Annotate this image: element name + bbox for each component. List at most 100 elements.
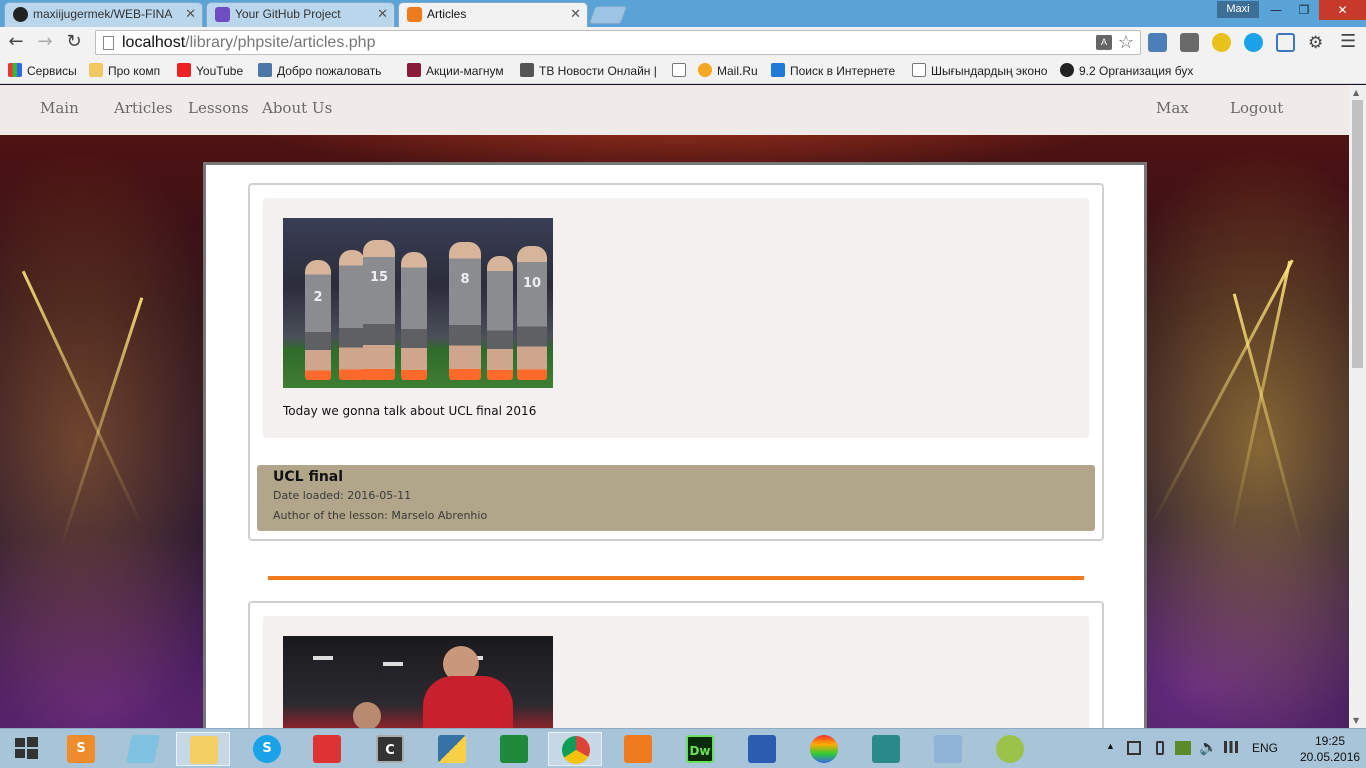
bookmark-item[interactable]: Про комп: [89, 63, 160, 78]
skype-extension-icon[interactable]: [1244, 33, 1263, 52]
volume-icon[interactable]: 🔈: [1199, 738, 1218, 756]
taskbar-sublime[interactable]: S: [54, 732, 108, 766]
nvidia-icon[interactable]: [1175, 741, 1191, 755]
bookmark-item[interactable]: Сервисы: [8, 63, 77, 78]
bookmark-label: Акции-магнум: [426, 64, 504, 78]
menu-icon[interactable]: ☰: [1340, 31, 1356, 52]
nav-about-link[interactable]: About Us: [262, 99, 332, 117]
tab-github[interactable]: maxiijugermek/WEB-FINA ✕: [4, 2, 203, 27]
article-summary: Today we gonna talk about UCL final 2016: [283, 404, 537, 418]
bookmark-item[interactable]: Поиск в Интернете: [771, 63, 895, 78]
article-card: [248, 601, 1104, 728]
bookmark-item[interactable]: [672, 63, 691, 78]
close-icon[interactable]: ✕: [377, 3, 388, 25]
tab-project[interactable]: Your GitHub Project ✕: [206, 2, 395, 27]
player-figure: 2: [305, 260, 331, 380]
back-icon[interactable]: ←: [5, 31, 27, 53]
bookmark-item[interactable]: YouTube: [177, 63, 243, 78]
extension-icon[interactable]: [1180, 33, 1199, 52]
download-extension-icon[interactable]: [1148, 33, 1167, 52]
ball-icon: [1060, 63, 1074, 77]
profile-badge[interactable]: Maxi: [1217, 1, 1259, 18]
taskbar-network[interactable]: [859, 732, 913, 766]
close-icon[interactable]: ✕: [185, 3, 196, 25]
site-navbar: Main Articles Lessons About Us Max Logou…: [0, 85, 1349, 135]
bookmark-label: Mail.Ru: [717, 64, 758, 78]
player-figure: 15: [363, 240, 395, 380]
taskbar-python[interactable]: [425, 732, 479, 766]
article-image[interactable]: [283, 636, 553, 728]
signal-icon[interactable]: [1224, 741, 1238, 753]
battery-icon[interactable]: [1156, 741, 1164, 755]
section-divider: [268, 576, 1084, 580]
window-close-button[interactable]: ✕: [1319, 0, 1366, 20]
bookmark-label: 9.2 Организация бух: [1079, 64, 1194, 78]
language-indicator[interactable]: ENG: [1252, 741, 1278, 755]
python-icon: [438, 735, 466, 763]
bookmark-item[interactable]: 9.2 Организация бух: [1060, 63, 1193, 78]
taskbar-explorer[interactable]: [176, 732, 230, 766]
article-body: [263, 616, 1089, 728]
taskbar-lingvo[interactable]: [921, 732, 975, 766]
bookmark-item[interactable]: Шығындардың эконо: [912, 63, 1047, 78]
bookmark-item[interactable]: Акции-магнум: [407, 63, 504, 78]
settings-gear-icon[interactable]: ⚙: [1308, 33, 1327, 53]
scrollbar-thumb[interactable]: [1352, 100, 1363, 368]
taskbar-xampp[interactable]: [611, 732, 665, 766]
system-clock[interactable]: 19:25 20.05.2016: [1300, 733, 1360, 765]
taskbar-skype[interactable]: S: [240, 732, 294, 766]
taskbar-save[interactable]: [735, 732, 789, 766]
player-figure: 8: [449, 242, 481, 380]
nav-articles-link[interactable]: Articles: [114, 99, 173, 117]
page-scrollbar[interactable]: ▲ ▼: [1349, 85, 1366, 728]
taskbar-chrome[interactable]: [548, 732, 602, 766]
reload-icon[interactable]: ↻: [63, 31, 85, 53]
background-light-beam: [1232, 293, 1303, 546]
scroll-down-icon[interactable]: ▼: [1353, 716, 1359, 725]
bookmark-item[interactable]: Добро пожаловать: [258, 63, 381, 78]
bookmark-item[interactable]: Mail.Ru: [698, 63, 758, 78]
tray-flag-icon[interactable]: [1127, 741, 1141, 755]
background-light-beam: [1150, 259, 1294, 526]
taskbar-android[interactable]: [983, 732, 1037, 766]
taskbar-app[interactable]: [116, 732, 170, 766]
taskbar-dreamweaver[interactable]: Dw: [673, 732, 727, 766]
minimize-button[interactable]: —: [1262, 0, 1290, 20]
jersey-number: 15: [369, 270, 389, 285]
address-bar[interactable]: localhost/library/phpsite/articles.php A…: [95, 30, 1141, 55]
taskbar-ball[interactable]: [797, 732, 851, 766]
new-tab-button[interactable]: [588, 6, 628, 24]
bookmark-label: Сервисы: [27, 64, 77, 78]
bookmark-item[interactable]: ТВ Новости Онлайн |: [520, 63, 657, 78]
taskbar-console[interactable]: C: [363, 732, 417, 766]
extension-icon[interactable]: [1212, 33, 1231, 52]
nav-user-link[interactable]: Max: [1156, 99, 1189, 117]
nav-lessons-link[interactable]: Lessons: [188, 99, 249, 117]
close-icon[interactable]: ✕: [570, 3, 581, 25]
tab-title: Articles: [427, 7, 467, 21]
book-icon: [313, 735, 341, 763]
jersey-number: 8: [460, 272, 470, 287]
tray-expand-icon[interactable]: ▲: [1106, 741, 1115, 751]
mailru-icon: [698, 63, 712, 77]
tab-articles[interactable]: Articles ✕: [398, 2, 588, 28]
maximize-button[interactable]: ❐: [1290, 0, 1318, 20]
bookmark-star-icon[interactable]: ☆: [1118, 31, 1134, 54]
cast-icon[interactable]: [1276, 33, 1295, 52]
forward-icon[interactable]: →: [34, 31, 56, 53]
vk-icon: [258, 63, 272, 77]
scroll-up-icon[interactable]: ▲: [1353, 88, 1359, 97]
article-image[interactable]: 2 15 8 10: [283, 218, 553, 388]
translate-icon[interactable]: A: [1096, 35, 1112, 50]
page-icon: [672, 63, 686, 77]
start-button[interactable]: [0, 732, 50, 766]
article-title[interactable]: UCL final: [273, 468, 1079, 486]
taskbar-calculator[interactable]: [487, 732, 541, 766]
nav-main-link[interactable]: Main: [40, 99, 79, 117]
player-head-shape: [353, 702, 381, 728]
bookmark-label: Добро пожаловать: [277, 64, 382, 78]
github-icon: [13, 7, 28, 22]
taskbar-book[interactable]: [300, 732, 354, 766]
floppy-icon: [748, 735, 776, 763]
nav-logout-link[interactable]: Logout: [1230, 99, 1283, 117]
